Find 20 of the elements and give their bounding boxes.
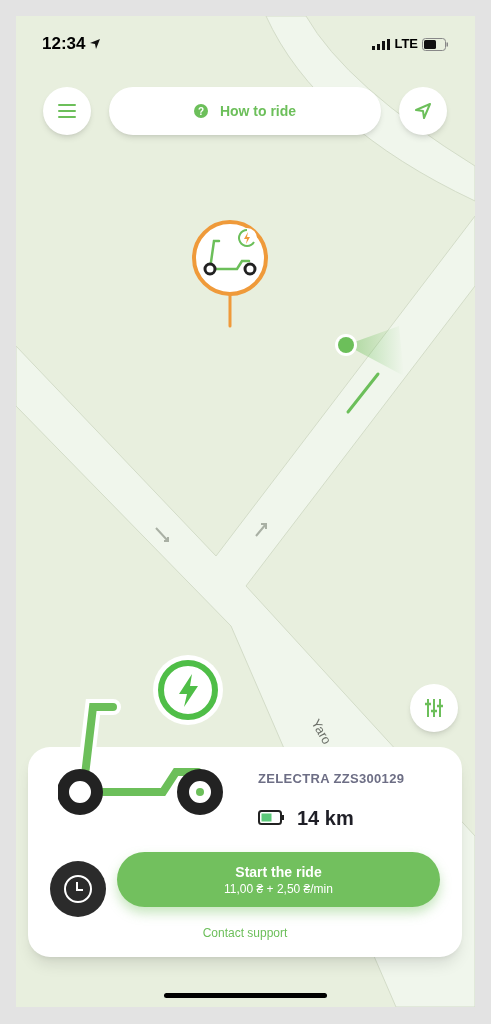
- vehicle-range: 14 km: [297, 805, 354, 831]
- vehicle-name: ZELECTRA ZZS300129: [258, 770, 405, 788]
- menu-button[interactable]: [43, 87, 91, 135]
- contact-support-link[interactable]: Contact support: [28, 924, 462, 942]
- menu-icon: [58, 103, 76, 119]
- scooter-map-pin[interactable]: [192, 219, 270, 328]
- clock-icon: [63, 874, 93, 904]
- how-to-ride-button[interactable]: ? How to ride: [109, 87, 381, 135]
- vehicle-battery-icon: [258, 810, 285, 825]
- sliders-icon: [425, 698, 443, 718]
- navigation-button[interactable]: [399, 87, 447, 135]
- network-label: LTE: [394, 35, 418, 54]
- status-time: 12:34: [42, 33, 86, 56]
- start-ride-button[interactable]: Start the ride 11,00 ₴ + 2,50 ₴/min: [117, 852, 440, 907]
- help-icon: ?: [193, 104, 208, 118]
- signal-icon: [372, 38, 391, 50]
- battery-icon: [422, 37, 449, 51]
- location-arrow-icon: [89, 38, 102, 50]
- navigation-icon: [414, 102, 432, 120]
- filters-button[interactable]: [410, 684, 458, 732]
